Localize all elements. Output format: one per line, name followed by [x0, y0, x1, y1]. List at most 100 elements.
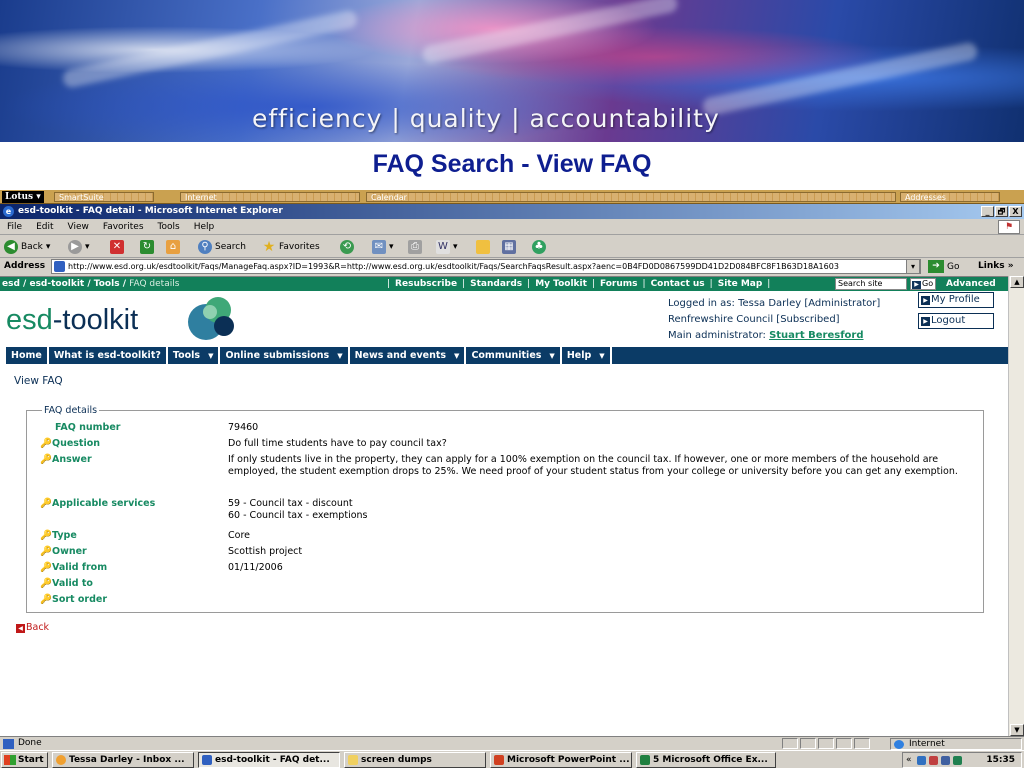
- volume-icon[interactable]: [929, 756, 938, 765]
- link-standards[interactable]: Standards: [470, 279, 522, 289]
- main-admin-link[interactable]: Stuart Beresford: [769, 330, 863, 341]
- addresses-drawer[interactable]: Addresses: [900, 192, 1000, 202]
- breadcrumb-current: FAQ details: [129, 279, 180, 289]
- restore-button[interactable]: 🗗: [995, 206, 1008, 217]
- nav-home[interactable]: Home: [6, 347, 49, 364]
- task-esd-toolkit[interactable]: esd-toolkit - FAQ det...: [198, 752, 340, 768]
- owner-value: Scottish project: [228, 546, 303, 557]
- close-button[interactable]: X: [1009, 206, 1022, 217]
- menu-favorites[interactable]: Favorites: [96, 219, 151, 235]
- security-tray-icon[interactable]: [953, 756, 962, 765]
- task-screen-dumps[interactable]: screen dumps: [344, 752, 486, 768]
- question-label[interactable]: 🔑Question: [40, 438, 220, 449]
- nav-help[interactable]: Help ▼: [562, 347, 612, 364]
- menu-tools[interactable]: Tools: [151, 219, 187, 235]
- forward-button[interactable]: ▶ ▾: [68, 239, 90, 255]
- sort-order-label[interactable]: 🔑Sort order: [40, 594, 220, 605]
- task-powerpoint[interactable]: Microsoft PowerPoint ...: [490, 752, 632, 768]
- main-admin-label: Main administrator:: [668, 330, 766, 341]
- applicable-services-value: 59 - Council tax - discount 60 - Council…: [228, 498, 958, 522]
- breadcrumb-esd[interactable]: esd: [2, 279, 20, 289]
- home-button[interactable]: ⌂: [166, 239, 180, 255]
- tray-expand-icon[interactable]: «: [906, 753, 912, 767]
- link-my-toolkit[interactable]: My Toolkit: [535, 279, 587, 289]
- smartsuite-drawer[interactable]: SmartSuite: [54, 192, 154, 202]
- valid-to-label[interactable]: 🔑Valid to: [40, 578, 220, 589]
- vertical-scrollbar[interactable]: ▲ ▼: [1008, 276, 1024, 736]
- page-icon: [3, 739, 14, 749]
- menu-view[interactable]: View: [61, 219, 96, 235]
- scroll-up-button[interactable]: ▲: [1010, 276, 1024, 288]
- search-button[interactable]: ⚲ Search: [198, 239, 246, 255]
- back-arrow-icon: ◀: [4, 240, 18, 254]
- research-button[interactable]: ▦: [502, 239, 516, 255]
- task-inbox[interactable]: Tessa Darley - Inbox ...: [52, 752, 194, 768]
- minimize-button[interactable]: _: [981, 206, 994, 217]
- messenger-button[interactable]: ♣: [532, 239, 546, 255]
- nav-online-submissions[interactable]: Online submissions ▼: [220, 347, 350, 364]
- site-search-input[interactable]: Search site: [835, 278, 907, 290]
- discuss-button[interactable]: [476, 239, 490, 255]
- nav-tools[interactable]: Tools ▼: [168, 347, 221, 364]
- go-button[interactable]: ➔ Go: [928, 260, 959, 273]
- link-contact-us[interactable]: Contact us: [651, 279, 705, 289]
- applicable-services-label[interactable]: 🔑Applicable services: [40, 498, 220, 509]
- go-arrow-icon: ▶: [912, 281, 921, 289]
- edit-button[interactable]: W ▾: [436, 239, 458, 255]
- logout-button[interactable]: ▶ Logout: [918, 313, 994, 329]
- print-button[interactable]: ⎙: [408, 239, 422, 255]
- address-dropdown-button[interactable]: ▾: [906, 259, 920, 274]
- service-item: 59 - Council tax - discount: [228, 498, 353, 509]
- link-forums[interactable]: Forums: [600, 279, 638, 289]
- stop-button[interactable]: ✕: [110, 239, 124, 255]
- back-button[interactable]: ◀ Back ▾: [4, 239, 50, 255]
- home-icon: ⌂: [166, 240, 180, 254]
- forward-arrow-icon: ▶: [68, 240, 82, 254]
- lotus-menu-button[interactable]: Lotus ▾: [2, 191, 44, 203]
- nav-communities[interactable]: Communities ▼: [466, 347, 562, 364]
- owner-label[interactable]: 🔑Owner: [40, 546, 220, 557]
- advanced-search-link[interactable]: Advanced: [946, 277, 996, 291]
- site-search-go-button[interactable]: ▶ Go: [910, 278, 936, 290]
- nav-news-events[interactable]: News and events ▼: [350, 347, 467, 364]
- answer-value: If only students live in the property, t…: [228, 454, 958, 477]
- powerpoint-icon: [494, 755, 504, 765]
- slide-banner: efficiency | quality | accountability: [0, 0, 1024, 142]
- calendar-drawer[interactable]: Calendar: [366, 192, 896, 202]
- key-icon: 🔑: [40, 530, 52, 541]
- start-button[interactable]: Start: [1, 752, 48, 768]
- mail-button[interactable]: ✉ ▾: [372, 239, 394, 255]
- refresh-button[interactable]: ↻: [140, 239, 154, 255]
- banner-tagline: efficiency | quality | accountability: [252, 104, 720, 133]
- link-site-map[interactable]: Site Map: [718, 279, 763, 289]
- task-office-excel[interactable]: 5 Microsoft Office Ex...: [636, 752, 776, 768]
- network-icon[interactable]: [917, 756, 926, 765]
- main-nav: Home What is esd-toolkit? Tools ▼ Online …: [6, 347, 1008, 364]
- link-resubscribe[interactable]: Resubscribe: [395, 279, 457, 289]
- valid-from-label[interactable]: 🔑Valid from: [40, 562, 220, 573]
- breadcrumb-toolkit[interactable]: esd-toolkit: [29, 279, 84, 289]
- messenger-tray-icon[interactable]: [941, 756, 950, 765]
- my-profile-button[interactable]: ▶ My Profile: [918, 292, 994, 308]
- globe-icon: [894, 740, 904, 749]
- breadcrumb-tools[interactable]: Tools: [94, 279, 120, 289]
- menu-edit[interactable]: Edit: [29, 219, 60, 235]
- esd-toolkit-logo[interactable]: esd-toolkit: [6, 304, 138, 337]
- chevron-down-icon: ▼: [454, 352, 460, 360]
- internet-drawer[interactable]: Internet: [180, 192, 360, 202]
- nav-what-is[interactable]: What is esd-toolkit?: [49, 347, 168, 364]
- refresh-icon: ↻: [140, 240, 154, 254]
- menu-help[interactable]: Help: [187, 219, 222, 235]
- back-link[interactable]: ◀ Back: [16, 622, 49, 633]
- links-button[interactable]: Links »: [978, 261, 1014, 271]
- favorites-button[interactable]: ★ Favorites: [262, 239, 320, 255]
- top-links: | Resubscribe | Standards | My Toolkit | Forums…: [387, 279, 771, 289]
- answer-label[interactable]: 🔑Answer: [40, 454, 220, 465]
- security-zone: Internet: [890, 738, 1022, 750]
- history-button[interactable]: ⟲: [340, 239, 354, 255]
- scroll-down-button[interactable]: ▼: [1010, 724, 1024, 736]
- address-input[interactable]: http://www.esd.org.uk/esdtoolkit/Faqs/Ma…: [51, 259, 921, 274]
- back-arrow-icon: ◀: [16, 624, 25, 633]
- menu-file[interactable]: File: [0, 219, 29, 235]
- type-label[interactable]: 🔑Type: [40, 530, 220, 541]
